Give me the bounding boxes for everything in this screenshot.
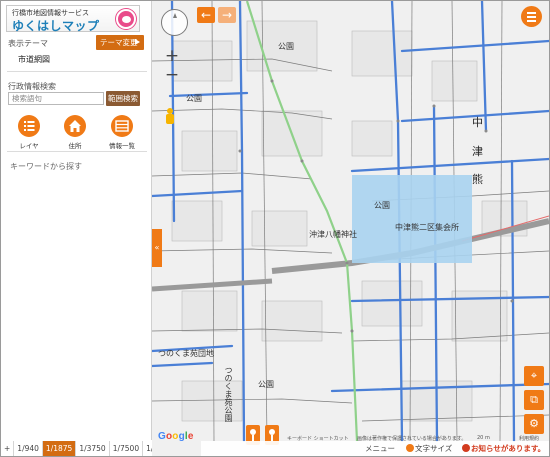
zoom-out-button[interactable]: − <box>163 67 181 85</box>
map-label-naka: 中 <box>472 116 483 129</box>
info-list-label: 情報一覧 <box>109 142 135 150</box>
street-view-pegman-icon[interactable] <box>165 108 175 124</box>
layer-button[interactable]: レイヤ <box>12 115 46 150</box>
map-label-park: 公園 <box>186 94 202 103</box>
hamburger-menu-button[interactable] <box>521 6 542 27</box>
gear-icon[interactable]: ⚙ <box>524 414 544 434</box>
theme-value: 市道網図 <box>18 55 50 64</box>
alert-icon <box>462 444 470 452</box>
search-input[interactable]: 検索語句 <box>8 92 104 105</box>
range-search-button[interactable]: 範囲検索 <box>106 91 140 106</box>
list-icon <box>18 115 40 137</box>
font-size-link[interactable]: 文字サイズ <box>406 441 452 456</box>
layer-label: レイヤ <box>19 142 39 150</box>
locate-icon[interactable]: ⌖ <box>524 366 544 386</box>
address-button[interactable]: 住所 <box>58 115 92 150</box>
scale-item-active[interactable]: 1/1875 <box>42 441 77 456</box>
compass-icon[interactable] <box>161 9 188 36</box>
scale-item[interactable]: 1/7500 <box>110 441 144 456</box>
scale-prev-button[interactable]: + <box>1 441 15 456</box>
back-arrow-button[interactable]: ← <box>197 7 215 23</box>
address-label: 住所 <box>68 142 82 150</box>
map-label-shrine: 沖津八幡神社 <box>309 230 357 239</box>
map-label-vertical-park: つのくま苑公園 <box>224 366 233 422</box>
theme-change-button[interactable]: テーマ変更 <box>96 35 144 50</box>
font-size-label: 文字サイズ <box>415 444 453 453</box>
map-label-park: 公園 <box>258 380 274 389</box>
mascot-icon <box>116 9 136 29</box>
table-icon <box>111 115 133 137</box>
forward-arrow-button[interactable]: → <box>218 7 236 23</box>
sidebar-collapse-button[interactable]: « <box>152 229 162 267</box>
zoom-in-button[interactable]: + <box>163 48 181 66</box>
font-size-icon <box>406 444 414 452</box>
sidebar: 行橋市地図情報サービス ゆくはしマップ 表示テーマ テーマ変更 市道網図 行政情… <box>1 1 152 440</box>
map-view[interactable]: 公園 公園 中 津 熊 公園 中津熊二区集会所 沖津八幡神社 つのくま苑団地 公… <box>152 1 549 456</box>
google-logo: Google <box>158 431 194 442</box>
app-logo[interactable]: 行橋市地図情報サービス ゆくはしマップ <box>6 5 140 33</box>
map-label-tsu: 津 <box>472 145 483 158</box>
divider <box>7 151 147 152</box>
scale-item[interactable]: 1/3750 <box>76 441 110 456</box>
scale-item[interactable]: 1/940 <box>14 441 43 456</box>
theme-label: 表示テーマ <box>8 39 48 48</box>
divider <box>7 71 147 72</box>
logo-title: ゆくはしマップ <box>12 19 100 33</box>
map-label-park: 公園 <box>374 201 390 210</box>
keyword-search-link[interactable]: キーワードから探す <box>10 161 82 172</box>
news-link[interactable]: お知らせがあります。 <box>462 441 545 456</box>
map-label-park: 公園 <box>278 42 294 51</box>
info-list-button[interactable]: 情報一覧 <box>105 115 139 150</box>
menu-link[interactable]: メニュー <box>365 441 395 456</box>
map-label-kuma: 熊 <box>472 173 483 186</box>
bottom-bar: メニュー 文字サイズ お知らせがあります。 <box>201 441 549 456</box>
map-label-tsunokuma: つのくま苑団地 <box>158 349 214 358</box>
home-icon <box>64 115 86 137</box>
admin-search-label: 行政情報検索 <box>8 82 56 91</box>
layers-copy-icon[interactable]: ⧉ <box>524 390 544 410</box>
news-label: お知らせがあります。 <box>471 444 546 453</box>
map-label-hall: 中津熊二区集会所 <box>395 223 459 232</box>
